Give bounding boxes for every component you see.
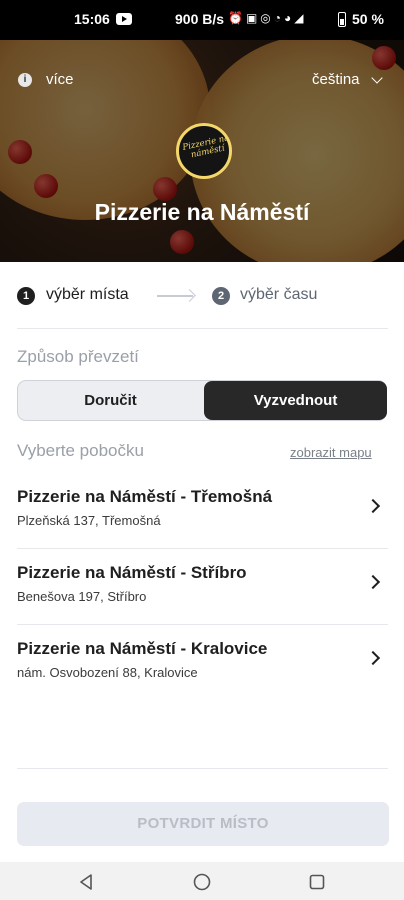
chevron-right-icon bbox=[365, 650, 381, 666]
arrow-right-icon bbox=[157, 295, 193, 297]
battery-icon bbox=[338, 12, 346, 27]
branch-address: Benešova 197, Stříbro bbox=[17, 589, 147, 604]
restaurant-logo: Pizzerie na náměstí bbox=[176, 123, 232, 179]
divider bbox=[17, 768, 388, 769]
more-info-link[interactable]: více bbox=[46, 71, 74, 88]
step-1-label: výběr místa bbox=[46, 286, 129, 303]
pickup-option-button[interactable]: Vyzvednout bbox=[204, 381, 387, 420]
chevron-right-icon bbox=[365, 498, 381, 514]
logo-text: Pizzerie na náměstí bbox=[181, 133, 231, 161]
hero-banner: i více čeština Pizzerie na náměstí Pizze… bbox=[0, 40, 404, 262]
delivery-option-button[interactable]: Doručit bbox=[18, 381, 203, 420]
branch-name: Pizzerie na Náměstí - Stříbro bbox=[17, 563, 247, 582]
branch-item-tremosna[interactable]: Pizzerie na Náměstí - Třemošná Plzeňská … bbox=[0, 473, 404, 549]
video-recording-icon bbox=[116, 13, 132, 25]
recent-apps-icon[interactable] bbox=[309, 874, 325, 890]
network-speed: 900 B/s bbox=[175, 11, 225, 27]
language-selector[interactable]: čeština bbox=[312, 71, 360, 88]
pickup-method-label: Způsob převzetí bbox=[17, 347, 139, 366]
info-icon[interactable]: i bbox=[18, 73, 32, 87]
branch-address: nám. Osvobození 88, Kralovice bbox=[17, 665, 198, 680]
confirm-location-button[interactable]: POTVRDIT MÍSTO bbox=[17, 802, 389, 846]
status-time: 15:06 bbox=[74, 11, 110, 27]
branch-section-label: Vyberte pobočku bbox=[17, 441, 144, 460]
pickup-method-toggle: Doručit Vyzvednout bbox=[17, 380, 387, 421]
step-indicator: 1 výběr místa 2 výběr času bbox=[0, 262, 404, 328]
branch-item-kralovice[interactable]: Pizzerie na Náměstí - Kralovice nám. Osv… bbox=[0, 625, 404, 701]
status-bar: 15:06 900 B/s ⏰▣◎◔◕◢ 50 % bbox=[0, 0, 404, 40]
battery-level: 50 % bbox=[352, 11, 384, 27]
show-map-link[interactable]: zobrazit mapu bbox=[290, 445, 372, 460]
branch-address: Plzeňská 137, Třemošná bbox=[17, 513, 161, 528]
android-navigation-bar bbox=[0, 862, 404, 900]
branch-name: Pizzerie na Náměstí - Třemošná bbox=[17, 487, 273, 506]
branch-name: Pizzerie na Náměstí - Kralovice bbox=[17, 639, 268, 658]
restaurant-title: Pizzerie na Náměstí bbox=[94, 199, 310, 225]
divider bbox=[17, 328, 388, 329]
home-icon[interactable] bbox=[193, 873, 211, 891]
step-2-label: výběr času bbox=[240, 286, 318, 303]
step-1-number: 1 bbox=[17, 287, 35, 305]
step-2-number: 2 bbox=[212, 287, 230, 305]
chevron-right-icon bbox=[365, 574, 381, 590]
branch-item-stribro[interactable]: Pizzerie na Náměstí - Stříbro Benešova 1… bbox=[0, 549, 404, 625]
status-icons: ⏰▣◎◔◕◢ bbox=[228, 11, 307, 25]
